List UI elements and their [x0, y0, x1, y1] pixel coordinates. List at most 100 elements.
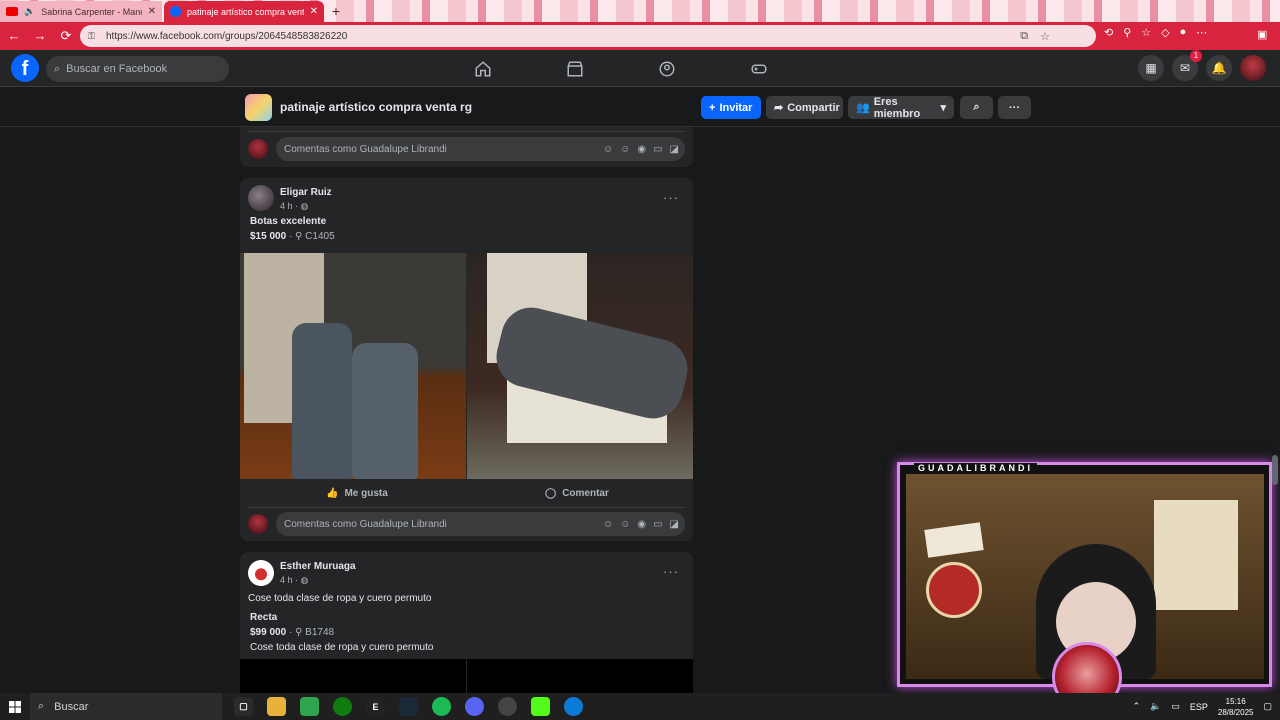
comment-input[interactable]: Comentas como Guadalupe Librandi ☺ ☺ ◉ ▭…	[276, 512, 685, 536]
comment-row: Comentas como Guadalupe Librandi ☺ ☺ ◉ ▭…	[248, 136, 685, 162]
search-icon: ⌕	[54, 62, 61, 75]
profile-icon[interactable]: ●	[1180, 26, 1187, 39]
discord-icon[interactable]	[465, 697, 484, 716]
gaming-icon[interactable]	[746, 56, 772, 82]
comment-placeholder: Comentas como Guadalupe Librandi	[284, 518, 447, 530]
divider	[248, 131, 685, 132]
comment-button[interactable]: ◯ Comentar	[545, 483, 609, 503]
thumbs-up-icon: 👍	[326, 487, 339, 499]
group-search-button[interactable]: ⌕	[960, 96, 993, 119]
extension-icon[interactable]: ⟲	[1104, 26, 1113, 39]
shield-icon[interactable]: ◇	[1161, 26, 1169, 39]
gif-icon[interactable]: ▭	[653, 144, 662, 155]
account-avatar[interactable]	[1240, 55, 1266, 81]
reader-icon[interactable]: ⧉	[1020, 30, 1028, 43]
network-icon[interactable]: ▭	[1171, 701, 1180, 712]
post-photo-boots-left[interactable]	[240, 253, 466, 479]
comment-placeholder: Comentas como Guadalupe Librandi	[284, 143, 447, 155]
search-input[interactable]: ⌕ Buscar en Facebook	[46, 56, 229, 82]
post-time[interactable]: 4 h · ◍	[280, 201, 308, 212]
notification-center-icon[interactable]: ▢	[1263, 701, 1272, 712]
avatar	[248, 139, 268, 159]
close-tab-icon[interactable]: ✕	[310, 6, 318, 17]
favorites-icon[interactable]: ☆	[1141, 26, 1151, 39]
forward-button[interactable]: →	[28, 24, 52, 48]
refresh-button[interactable]: ⟳	[54, 24, 78, 48]
site-info-icon[interactable]: ⚿	[88, 31, 98, 41]
groups-icon[interactable]	[654, 56, 680, 82]
steam-icon[interactable]	[399, 697, 418, 716]
camera-icon[interactable]: ◉	[637, 519, 646, 530]
comment-input[interactable]: Comentas como Guadalupe Librandi ☺ ☺ ◉ ▭…	[276, 137, 685, 161]
app-icon[interactable]	[300, 697, 319, 716]
emoji-icon[interactable]: ☺	[620, 519, 630, 530]
post-photo[interactable]	[467, 659, 693, 693]
post-options-icon[interactable]: ···	[663, 564, 679, 579]
streamer-name: GUADALIBRANDI	[914, 463, 1037, 473]
favorite-star-icon[interactable]: ☆	[1040, 30, 1050, 43]
marketplace-icon[interactable]	[562, 56, 588, 82]
post-photo[interactable]	[240, 659, 466, 693]
group-title[interactable]: patinaje artístico compra venta rg	[280, 100, 472, 114]
home-icon[interactable]	[470, 56, 496, 82]
sticker-icon[interactable]: ◪	[670, 144, 679, 155]
avatar-sticker-icon[interactable]: ☺	[603, 519, 613, 530]
post-options-icon[interactable]: ···	[663, 190, 679, 205]
member-button[interactable]: 👥 Eres miembro ▾	[848, 96, 954, 120]
task-view-icon[interactable]: ▢	[234, 697, 253, 716]
taskbar-search[interactable]: ⌕ Buscar	[30, 693, 222, 720]
author-name[interactable]: Esther Muruaga	[280, 561, 356, 572]
epic-games-icon[interactable]: E	[366, 697, 385, 716]
facebook-logo[interactable]: f	[11, 54, 39, 82]
clock[interactable]: 15:16 28/8/2025	[1218, 696, 1254, 718]
menu-icon[interactable]: ⋯	[1196, 26, 1207, 39]
clock-date: 28/8/2025	[1217, 707, 1254, 717]
notifications-bell-icon[interactable]: 🔔	[1206, 55, 1232, 81]
camera-icon[interactable]: ◉	[637, 144, 646, 155]
post-time[interactable]: 4 h · ◍	[280, 575, 308, 586]
back-button[interactable]: ←	[2, 24, 26, 48]
url-field[interactable]: ⚿ https://www.facebook.com/groups/206454…	[80, 25, 1096, 47]
more-options-button[interactable]: ···	[998, 96, 1031, 119]
menu-grid-icon[interactable]: ▦	[1138, 55, 1164, 81]
chevron-up-icon[interactable]: ⌃	[1133, 701, 1141, 712]
invite-button[interactable]: + Invitar	[701, 96, 761, 119]
speaker-icon[interactable]: 🔈	[24, 6, 35, 17]
scrollbar-thumb[interactable]	[1272, 455, 1278, 485]
new-tab-button[interactable]: +	[328, 3, 344, 19]
extension-icon[interactable]: ⚲	[1123, 26, 1131, 39]
avatar	[248, 514, 268, 534]
spotify-icon[interactable]	[432, 697, 451, 716]
post-card: Esther Muruaga 4 h · ◍ ··· Cose toda cla…	[240, 552, 693, 693]
volume-icon[interactable]: 🔈	[1150, 701, 1161, 712]
sidebar-toggle-icon[interactable]: ▣	[1257, 28, 1267, 41]
start-button[interactable]	[0, 693, 30, 720]
close-tab-icon[interactable]: ✕	[148, 6, 156, 17]
author-avatar[interactable]	[248, 185, 274, 211]
sticker-icon[interactable]: ◪	[670, 519, 679, 530]
language-indicator[interactable]: ESP	[1190, 702, 1208, 712]
kick-icon[interactable]	[531, 697, 550, 716]
divider	[248, 507, 685, 508]
edge-icon[interactable]	[564, 697, 583, 716]
tab-facebook[interactable]: patinaje artístico compra venta rg ✕	[164, 1, 324, 22]
clock-time: 15:16	[1225, 696, 1246, 706]
author-avatar[interactable]	[248, 560, 274, 586]
platform-sign	[926, 562, 982, 618]
gif-icon[interactable]: ▭	[653, 519, 662, 530]
share-button[interactable]: ➦ Compartir	[766, 96, 843, 119]
emoji-icon[interactable]: ☺	[620, 144, 630, 155]
group-header: patinaje artístico compra venta rg + Inv…	[0, 88, 1280, 127]
listing-location: C1405	[305, 231, 335, 242]
messenger-icon[interactable]: ✉ 1	[1172, 50, 1202, 81]
xbox-icon[interactable]	[333, 697, 352, 716]
wanted-poster	[1154, 500, 1238, 610]
group-thumbnail[interactable]	[245, 94, 272, 121]
author-name[interactable]: Eligar Ruiz	[280, 187, 332, 198]
obs-icon[interactable]	[498, 697, 517, 716]
like-button[interactable]: 👍 Me gusta	[326, 483, 388, 503]
tab-youtube[interactable]: 🔈 Sabrina Carpenter - Manchild ✕	[0, 1, 162, 22]
avatar-sticker-icon[interactable]: ☺	[603, 144, 613, 155]
post-photo-boots-right[interactable]	[467, 253, 693, 479]
file-explorer-icon[interactable]	[267, 697, 286, 716]
